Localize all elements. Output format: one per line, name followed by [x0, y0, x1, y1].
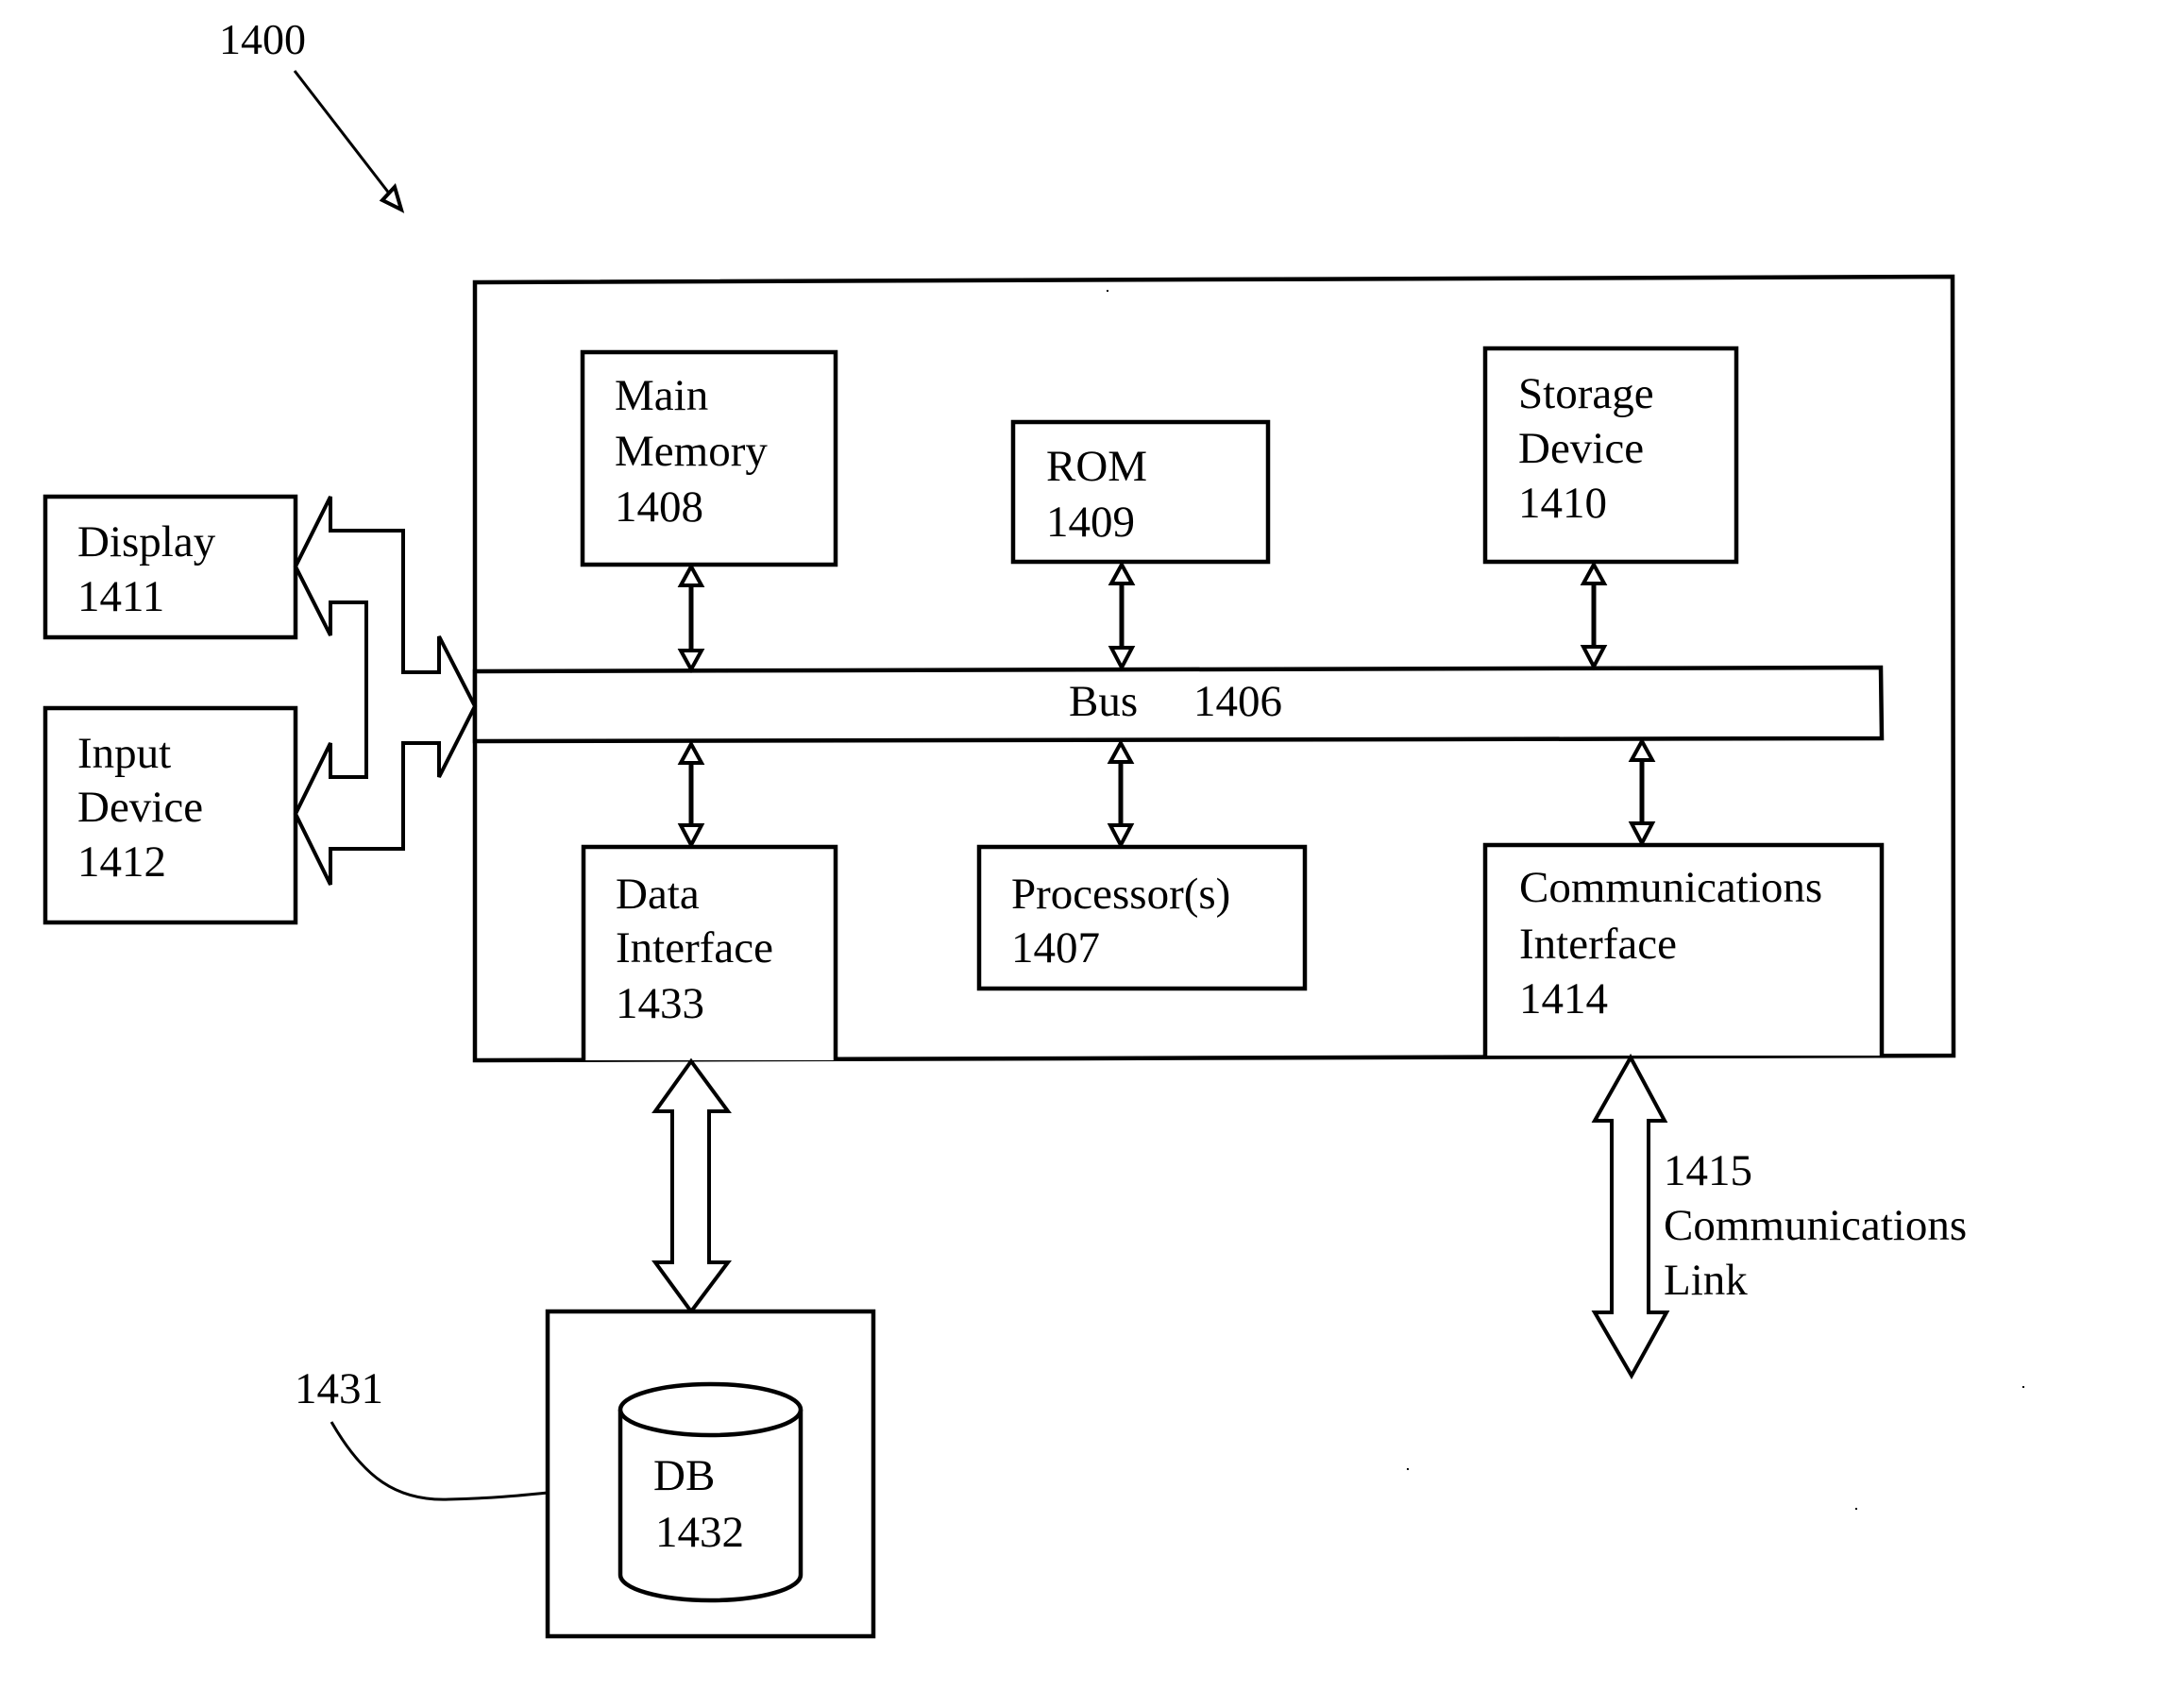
processor-number: 1407 [1011, 923, 1100, 972]
main-memory-label-line-2: Memory [615, 427, 768, 476]
peripheral-bus-arrow [293, 496, 478, 886]
bus-number: 1406 [1193, 677, 1282, 726]
figure-reference-pointer [293, 70, 398, 204]
bus: Bus 1406 [472, 665, 1885, 744]
input-device-number: 1412 [77, 837, 166, 887]
processor: Processor(s) 1407 [976, 844, 1308, 991]
data-interface-label-line-1: Data [616, 870, 700, 919]
figure-reference-label: 1400 [219, 15, 306, 63]
bus-bar [472, 665, 1885, 744]
communications-link-label-line-1: Communications [1664, 1201, 1967, 1250]
computer-system-diagram: 1400 Bus 1406 Main Memory 1408 ROM 1409 … [42, 15, 2024, 1639]
communications-interface-number: 1414 [1519, 974, 1608, 1023]
storage-device: Storage Device 1410 [1482, 346, 1739, 565]
data-interface-label-line-2: Interface [616, 923, 773, 972]
display-number: 1411 [77, 572, 164, 621]
input-device: Input Device 1412 [42, 705, 298, 925]
database-container: DB 1432 [545, 1309, 876, 1639]
main-memory-number: 1408 [615, 482, 703, 532]
display: Display 1411 [42, 494, 298, 640]
database-number: 1432 [655, 1508, 744, 1557]
communications-link-label: 1415 Communications Link [1664, 1146, 1967, 1305]
input-device-label-line-1: Input [77, 729, 171, 778]
database-label: DB [653, 1451, 715, 1500]
communications-link-label-line-2: Link [1664, 1256, 1748, 1305]
processor-label: Processor(s) [1011, 870, 1230, 919]
communications-link-number: 1415 [1664, 1146, 1752, 1195]
communications-link-arrow [1591, 1053, 1670, 1380]
main-memory: Main Memory 1408 [580, 349, 838, 567]
rom: ROM 1409 [1010, 419, 1271, 565]
rom-label: ROM [1046, 442, 1147, 491]
database-container-leader-line [330, 1421, 549, 1501]
communications-interface-label-line-1: Communications [1519, 863, 1822, 912]
rom-number: 1409 [1046, 498, 1135, 547]
database-container-reference: 1431 [295, 1364, 549, 1501]
data-interface-db-arrow [651, 1057, 732, 1315]
storage-device-label-line-1: Storage [1518, 369, 1654, 418]
input-device-label-line-2: Device [77, 783, 203, 832]
database-container-reference-label: 1431 [295, 1364, 383, 1413]
storage-device-label-line-2: Device [1518, 424, 1644, 473]
communications-interface-label-line-2: Interface [1519, 920, 1677, 969]
communications-interface: Communications Interface 1414 [1482, 842, 1885, 1056]
data-interface-number: 1433 [616, 979, 704, 1028]
display-label: Display [77, 517, 216, 567]
main-memory-label-line-1: Main [615, 371, 708, 420]
figure-reference: 1400 [219, 15, 405, 213]
bus-label: Bus [1069, 677, 1138, 726]
storage-device-number: 1410 [1518, 479, 1607, 528]
data-interface: Data Interface 1433 [581, 844, 838, 1060]
